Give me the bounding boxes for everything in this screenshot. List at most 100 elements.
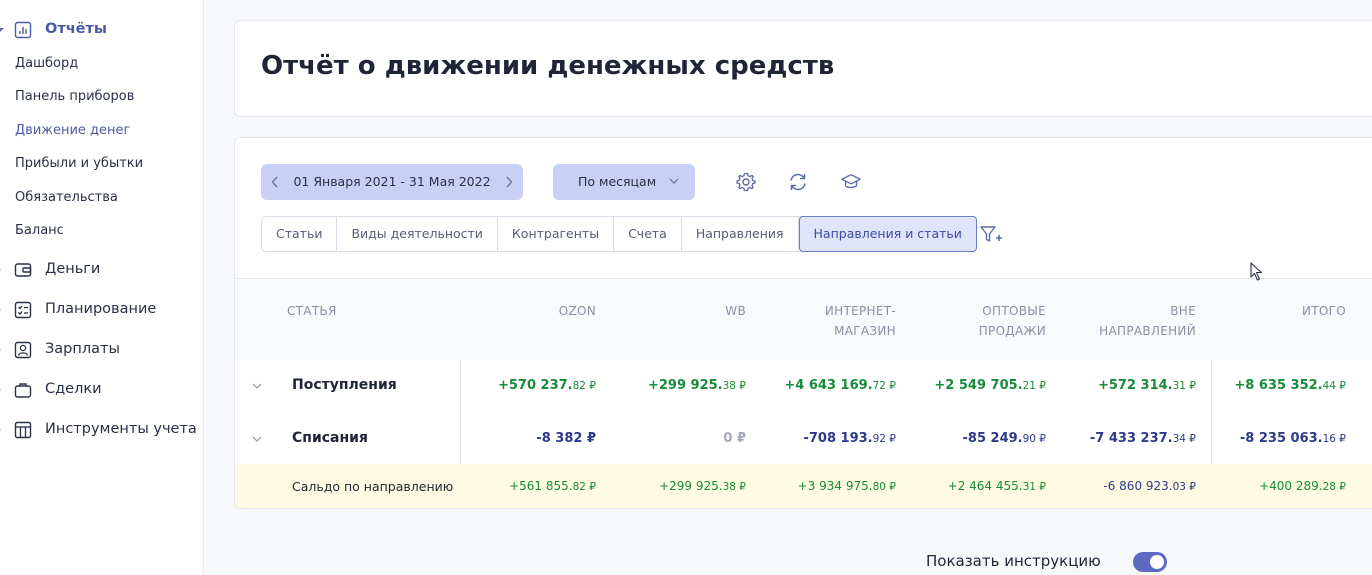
sidebar-group-label: Зарплаты (45, 341, 120, 357)
sidebar-item-balance[interactable]: Баланс (15, 223, 64, 238)
table-row-income: Поступления +570 237.82 ₽ +299 925.38 ₽ … (235, 360, 1372, 412)
cell-cents: 38 ₽ (722, 380, 746, 392)
sidebar-group-label: Планирование (45, 301, 157, 317)
column-header-internet-store: ИНТЕРНЕТ- МАГАЗИН (825, 301, 896, 341)
chevron-right-icon (0, 426, 1, 434)
cell-value: +299 925. (647, 378, 723, 393)
cell-wb: +299 925.38 ₽ (659, 479, 746, 493)
tab-directions-and-articles[interactable]: Направления и статьи (798, 216, 977, 252)
cell-value: -8 235 063. (1239, 431, 1323, 446)
toggle-knob (1150, 555, 1164, 569)
column-header-total: ИТОГО (1301, 304, 1346, 318)
sidebar-group-reports[interactable]: Отчёты (0, 18, 204, 42)
cell-cents: 82 ₽ (572, 481, 596, 493)
column-header-outside-directions: ВНЕ НАПРАВЛЕНИЙ (1099, 301, 1196, 341)
chevron-right-icon[interactable] (497, 164, 521, 200)
sidebar-group-label: Отчёты (45, 21, 108, 37)
cell-wholesale: -85 249.90 ₽ (963, 431, 1046, 446)
cell-value: +572 314. (1097, 378, 1173, 393)
sidebar-item-liabilities[interactable]: Обязательства (15, 190, 118, 205)
person-card-icon (14, 341, 32, 359)
cell-wb: +299 925.38 ₽ (648, 378, 746, 393)
tab-accounts[interactable]: Счета (614, 217, 682, 251)
cell-cents: 80 ₽ (872, 481, 896, 493)
cell-ozon: -8 382 ₽ (536, 431, 596, 446)
date-range-picker[interactable]: 01 Января 2021 - 31 Мая 2022 (261, 164, 523, 200)
chevron-down-icon (0, 28, 4, 32)
cell-wholesale: +2 549 705.21 ₽ (934, 378, 1046, 393)
cell-value: -6 860 923. (1103, 479, 1173, 493)
sidebar-group-money[interactable]: Деньги (0, 258, 204, 282)
cell-ozon: +561 855.82 ₽ (509, 479, 596, 493)
sidebar-group-label: Деньги (45, 261, 101, 277)
chevron-right-icon (0, 306, 1, 314)
tab-bar: Статьи Виды деятельности Контрагенты Сче… (261, 216, 977, 252)
sidebar-item-instrument-panel[interactable]: Панель приборов (15, 89, 134, 104)
title-card: Отчёт о движении денежных средств (234, 20, 1372, 117)
chevron-down-icon (669, 178, 679, 184)
filter-add-icon[interactable] (979, 224, 1005, 246)
tab-activity-types[interactable]: Виды деятельности (337, 217, 498, 251)
table-row-expenses: Списания -8 382 ₽ 0 ₽ -708 193.92 ₽ -85 … (235, 412, 1372, 464)
cell-cents: 82 ₽ (572, 380, 596, 392)
sidebar: Отчёты Дашборд Панель приборов Движение … (0, 0, 204, 575)
sidebar-item-cash-flow[interactable]: Движение денег (15, 123, 130, 138)
tab-articles[interactable]: Статьи (262, 217, 338, 251)
table-header: СТАТЬЯ OZON WB ИНТЕРНЕТ- МАГАЗИН ОПТОВЫЕ… (235, 278, 1372, 360)
cell-outside-directions: -6 860 923.03 ₽ (1103, 479, 1196, 493)
cell-cents: 21 ₽ (1022, 380, 1046, 392)
cell-outside-directions: +572 314.31 ₽ (1098, 378, 1196, 393)
cell-internet-store: +4 643 169.72 ₽ (784, 378, 896, 393)
row-label: Списания (292, 430, 368, 446)
column-header-line: ОПТОВЫЕ (982, 304, 1046, 318)
sidebar-group-accounting-tools[interactable]: Инструменты учета (0, 418, 204, 442)
column-header-line: ПРОДАЖИ (978, 324, 1046, 338)
chevron-down-icon[interactable] (251, 434, 263, 444)
sidebar-group-planning[interactable]: Планирование (0, 298, 204, 322)
cell-wholesale: +2 464 455.31 ₽ (948, 479, 1046, 493)
sidebar-group-salaries[interactable]: Зарплаты (0, 338, 204, 362)
checklist-icon (14, 301, 32, 319)
sidebar-item-dashboard[interactable]: Дашборд (15, 56, 78, 71)
column-header-line: ВНЕ (1170, 304, 1196, 318)
date-range-label: 01 Января 2021 - 31 Мая 2022 (293, 174, 491, 189)
cell-value: -7 433 237. (1089, 431, 1173, 446)
cell-value: +561 855. (509, 479, 573, 493)
cell-value: -8 382 ₽ (536, 431, 596, 446)
period-select[interactable]: По месяцам (553, 164, 695, 200)
chevron-down-icon[interactable] (251, 381, 263, 391)
cell-value: +3 934 975. (797, 479, 873, 493)
sidebar-group-deals[interactable]: Сделки (0, 378, 204, 402)
cell-value: +570 237. (497, 378, 573, 393)
cell-total: +8 635 352.44 ₽ (1234, 378, 1346, 393)
column-header-line: ИНТЕРНЕТ- (824, 304, 896, 318)
cell-value: +8 635 352. (1234, 378, 1323, 393)
sidebar-item-profit-loss[interactable]: Прибыли и убытки (15, 156, 143, 171)
tab-directions[interactable]: Направления (682, 217, 799, 251)
gear-icon[interactable] (735, 171, 757, 193)
cell-cents: 28 ₽ (1322, 481, 1346, 493)
table-row-saldo: Сальдо по направлению +561 855.82 ₽ +299… (235, 464, 1372, 508)
graduation-cap-icon[interactable] (840, 171, 862, 193)
cell-cents: 90 ₽ (1022, 433, 1046, 445)
cell-total: +400 289.28 ₽ (1259, 479, 1346, 493)
cell-cents: 16 ₽ (1322, 433, 1346, 445)
cell-cents: 38 ₽ (722, 481, 746, 493)
cell-value: +4 643 169. (784, 378, 873, 393)
show-instruction-label: Показать инструкцию (926, 552, 1101, 570)
row-label: Поступления (292, 377, 397, 393)
cell-cents: 34 ₽ (1172, 433, 1196, 445)
cell-cents: 92 ₽ (872, 433, 896, 445)
cell-value: +2 464 455. (947, 479, 1023, 493)
column-header-line: НАПРАВЛЕНИЙ (1099, 324, 1196, 338)
show-instruction-toggle[interactable] (1133, 552, 1167, 572)
period-select-value: По месяцам (578, 174, 657, 189)
tab-counterparties[interactable]: Контрагенты (498, 217, 615, 251)
cell-cents: 03 ₽ (1172, 481, 1196, 493)
chevron-right-icon (0, 266, 1, 274)
cell-cents: 31 ₽ (1022, 481, 1046, 493)
refresh-icon[interactable] (787, 171, 809, 193)
cell-value: +400 289. (1259, 479, 1323, 493)
column-header-article: СТАТЬЯ (287, 304, 337, 318)
cell-value: 0 ₽ (723, 431, 746, 446)
